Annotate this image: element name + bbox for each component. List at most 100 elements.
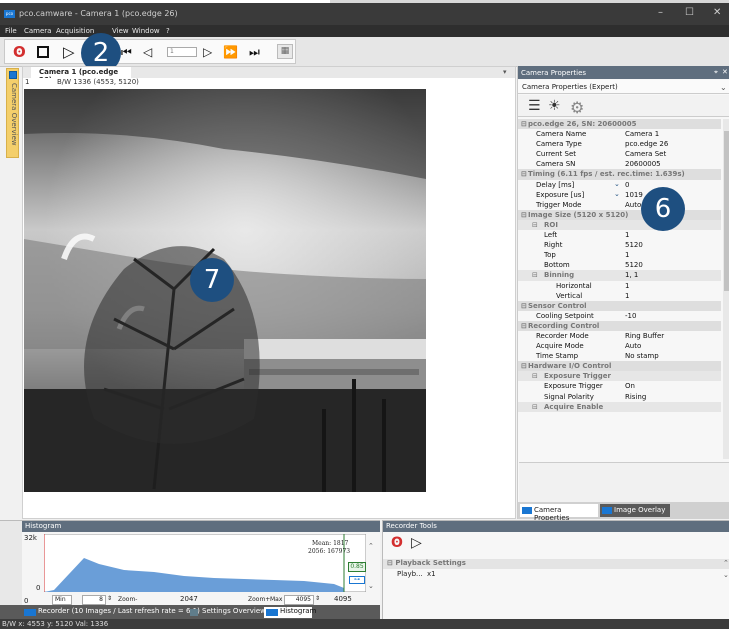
property-row[interactable]: ⊟ Binning 1, 1 (518, 270, 721, 281)
property-value[interactable]: Rising (625, 392, 646, 402)
property-row[interactable]: Exposure [us] 1019 ⌄ (518, 190, 721, 200)
property-value[interactable]: 1 (625, 230, 629, 240)
property-category[interactable]: ⊟ pco.edge 26, SN: 20600005 (518, 119, 721, 130)
tab-camera-properties[interactable]: Camera Properties (520, 504, 598, 522)
property-value[interactable]: Camera Set (625, 149, 666, 159)
hist-min-input[interactable]: 8 (82, 595, 106, 605)
first-frame-icon[interactable]: ⏮ (121, 44, 132, 60)
property-value[interactable]: 1019 (625, 190, 643, 200)
property-row[interactable]: Current Set Camera Set (518, 149, 721, 159)
property-row[interactable]: Horizontal 1 (518, 281, 721, 291)
scroll-down-icon[interactable]: ⌄ (368, 582, 374, 590)
property-row[interactable]: Trigger Mode Auto (518, 200, 721, 210)
chevron-down-icon[interactable]: ⌄ (720, 83, 727, 92)
property-row[interactable]: Top 1 (518, 250, 721, 260)
fast-forward-icon[interactable]: ⏩ (223, 44, 238, 60)
step-forward-icon[interactable]: ▷ (203, 44, 212, 60)
menu-file[interactable]: File (5, 27, 17, 35)
gear-icon[interactable]: ⚙ (570, 98, 584, 117)
rec-scroll-down-icon[interactable]: ⌄ (723, 571, 729, 579)
expand-collapse-icon[interactable]: ⊟ (532, 220, 538, 230)
playback-row[interactable]: Playb... x1 (383, 570, 729, 580)
property-row[interactable]: Left 1 (518, 230, 721, 240)
close-panel-icon[interactable]: ✕ (722, 68, 728, 76)
expand-collapse-icon[interactable]: ⊟ (532, 270, 538, 280)
property-value[interactable]: Camera 1 (625, 129, 659, 139)
property-value[interactable]: pco.edge 26 (625, 139, 668, 149)
properties-scrollbar[interactable] (723, 119, 729, 459)
last-frame-icon[interactable]: ⏭ (249, 44, 260, 60)
maximize-button[interactable]: ☐ (685, 7, 694, 18)
property-row[interactable]: Camera Type pco.edge 26 (518, 139, 721, 149)
property-row[interactable]: Right 5120 (518, 240, 721, 250)
property-category[interactable]: ⊟ Sensor Control (518, 300, 721, 311)
expand-collapse-icon[interactable]: ⊟ (532, 402, 538, 412)
property-row[interactable]: Cooling Setpoint -10 (518, 311, 721, 321)
tab-histogram[interactable]: Histogram (264, 607, 316, 618)
property-value[interactable]: On (625, 381, 635, 391)
camera-overview-tab[interactable]: Camera Overview (6, 68, 19, 158)
property-category[interactable]: ⊟ Image Size (5120 x 5120) (518, 209, 721, 220)
menu-camera[interactable]: Camera (24, 27, 51, 35)
scroll-up-icon[interactable]: ⌃ (368, 542, 374, 550)
play-icon[interactable]: ▷ (63, 44, 75, 60)
property-value[interactable]: -10 (625, 311, 636, 321)
property-value[interactable]: 1 (625, 281, 629, 291)
menu-help[interactable]: ? (166, 27, 170, 35)
brightness-icon[interactable]: ☀ (548, 98, 561, 114)
property-value[interactable]: 5120 (625, 240, 643, 250)
list-icon[interactable]: ☰ (528, 98, 541, 114)
expand-collapse-icon[interactable]: ⊟ (521, 361, 527, 371)
menu-window[interactable]: Window (132, 27, 160, 35)
property-category[interactable]: ⊟ Recording Control (518, 320, 721, 331)
step-back-icon[interactable]: ◁ (143, 44, 152, 60)
property-row[interactable]: Exposure Trigger On (518, 381, 721, 391)
hist-max-spinner-icon[interactable]: ⇕ (315, 595, 320, 602)
hist-zoom-minus[interactable]: Zoom- (118, 596, 137, 603)
expand-collapse-icon[interactable]: ⊟ (521, 321, 527, 331)
record-icon-small[interactable]: ʘ (391, 535, 403, 551)
property-row[interactable]: Camera SN 20600005 (518, 159, 721, 169)
property-value[interactable]: Ring Buffer (625, 331, 664, 341)
property-value[interactable]: 20600005 (625, 159, 661, 169)
close-button[interactable]: ✕ (713, 7, 721, 18)
record-icon[interactable]: ʘ (13, 44, 26, 60)
property-row[interactable]: ⊟ ROI (518, 219, 721, 231)
properties-subheader[interactable]: Camera Properties (Expert) (518, 80, 729, 94)
play-icon-small[interactable]: ▷ (411, 535, 422, 551)
property-row[interactable]: ⊟ Acquire Enable (518, 401, 721, 412)
property-value[interactable]: 1, 1 (625, 270, 638, 280)
hist-max-input[interactable]: 4095 (284, 595, 314, 605)
tab-settings-overview[interactable]: Settings Overview (186, 607, 266, 618)
hist-min-spinner-icon[interactable]: ⇕ (107, 595, 112, 602)
grid-icon[interactable]: ▦ (277, 44, 293, 59)
tab-image-overlay[interactable]: Image Overlay (600, 504, 670, 517)
property-value[interactable]: No stamp (625, 351, 659, 361)
property-value[interactable]: 0 (625, 180, 629, 190)
property-value[interactable]: 1 (625, 291, 629, 301)
expand-collapse-icon[interactable]: ⊟ (521, 210, 527, 220)
property-value[interactable]: Auto (625, 341, 641, 351)
expand-collapse-icon[interactable]: ⊟ (521, 169, 527, 179)
property-row[interactable]: Camera Name Camera 1 (518, 129, 721, 139)
playback-value[interactable]: x1 (427, 570, 436, 578)
frame-input[interactable]: 1 (167, 47, 197, 57)
hist-zoom-plus[interactable]: Zoom+ (248, 596, 270, 603)
property-category[interactable]: ⊟ Hardware I/O Control (518, 361, 721, 372)
menu-acquisition[interactable]: Acquisition (56, 27, 94, 35)
dropdown-icon[interactable]: ⌄ (614, 179, 620, 189)
pin-icon[interactable]: ⌖ (714, 68, 718, 77)
property-row[interactable]: ⊟ Exposure Trigger (518, 371, 721, 382)
property-value[interactable]: 1 (625, 250, 629, 260)
camera-tab[interactable]: Camera 1 (pco.edge 26) (31, 67, 131, 84)
expand-collapse-icon[interactable]: ⊟ (521, 301, 527, 311)
minimize-button[interactable]: – (658, 7, 663, 18)
key-icon[interactable]: ⊶ (349, 576, 365, 584)
expand-collapse-icon[interactable]: ⊟ (521, 119, 527, 129)
menu-view[interactable]: View (112, 27, 129, 35)
property-value[interactable]: Auto (625, 200, 641, 210)
property-row[interactable]: Acquire Mode Auto (518, 341, 721, 351)
property-row[interactable]: Vertical 1 (518, 291, 721, 301)
tab-recorder[interactable]: Recorder (10 Images / Last refresh rate … (22, 607, 200, 618)
stop-icon[interactable] (37, 46, 49, 58)
